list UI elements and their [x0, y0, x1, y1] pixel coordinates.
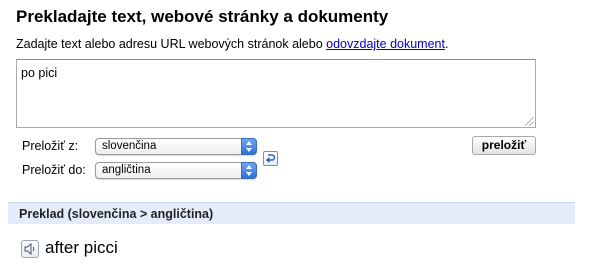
intro-end: .	[444, 37, 449, 51]
to-language-value: angličtina	[102, 164, 151, 176]
translate-button[interactable]: preložiť	[472, 136, 536, 155]
upload-document-link[interactable]: odovzdajte dokument	[326, 37, 445, 51]
source-text-input[interactable]: po pici	[16, 59, 536, 128]
select-arrows-icon	[241, 138, 257, 155]
intro-text: Zadajte text alebo adresu URL webových s…	[16, 37, 327, 51]
intro-text-line: Zadajte text alebo adresu URL webových s…	[16, 37, 448, 51]
translation-result: after picci	[45, 238, 118, 257]
swap-languages-button[interactable]	[263, 151, 278, 166]
result-header: Preklad (slovenčina > angličtina)	[19, 207, 214, 221]
from-language-value: slovenčina	[102, 140, 157, 152]
listen-button[interactable]	[21, 240, 39, 258]
to-language-select[interactable]: angličtina	[95, 162, 257, 179]
page-title: Prekladajte text, webové stránky a dokum…	[16, 7, 389, 26]
from-language-label: Preložiť z:	[22, 139, 79, 153]
to-language-label: Preložiť do:	[22, 163, 86, 177]
select-arrows-icon	[241, 162, 257, 179]
from-language-select[interactable]: slovenčina	[95, 138, 257, 155]
result-header-bar: Preklad (slovenčina > angličtina)	[8, 202, 575, 224]
